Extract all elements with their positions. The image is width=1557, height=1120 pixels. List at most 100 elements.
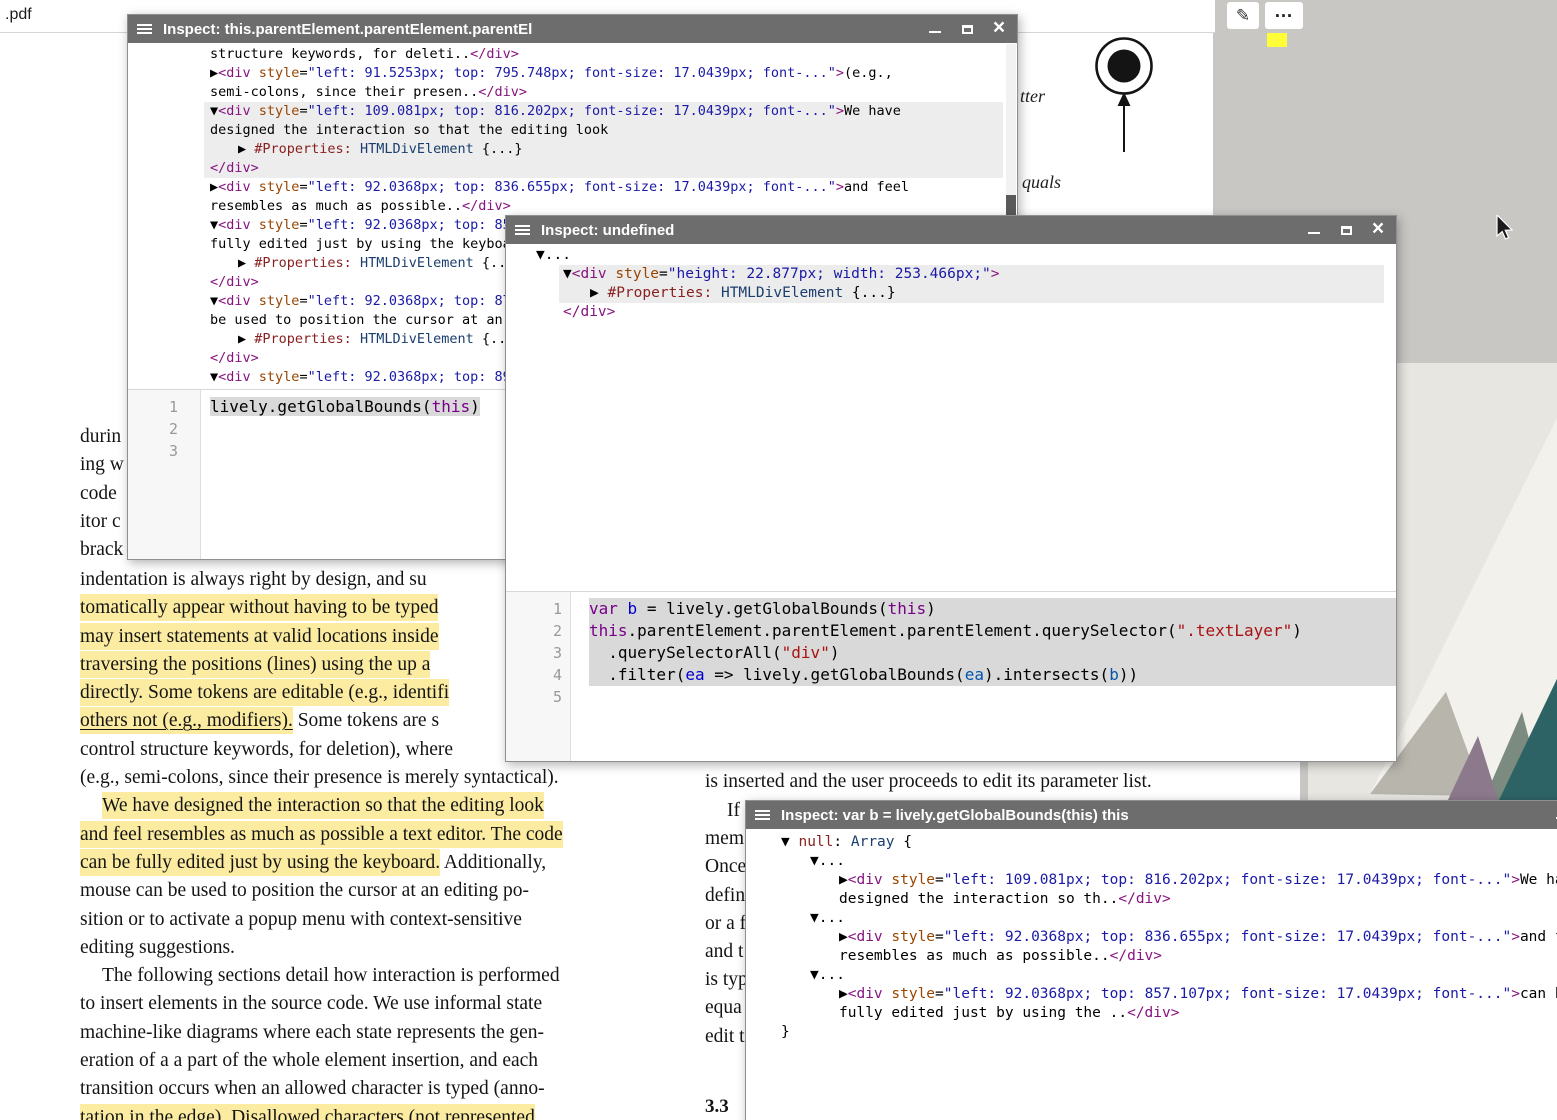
object-tree-node[interactable]: ▼... xyxy=(810,909,1557,928)
code-area[interactable]: var b = lively.getGlobalBounds(this)this… xyxy=(589,592,1396,761)
diagram-edge-label-letter: tter xyxy=(1020,86,1045,107)
minimize-button[interactable] xyxy=(1553,806,1557,824)
token: : xyxy=(833,834,850,850)
token: > xyxy=(836,103,844,119)
token: { xyxy=(895,834,912,850)
token: </div> xyxy=(462,198,511,214)
line-number: 3 xyxy=(128,440,200,462)
token: ▼ xyxy=(810,910,819,926)
token: ▶ xyxy=(210,65,218,81)
window-title: Inspect: this.parentElement.parentElemen… xyxy=(163,21,915,38)
token: .filter( xyxy=(589,665,685,684)
dom-tree-node[interactable]: </div> xyxy=(210,159,1017,178)
token: ▼ xyxy=(810,853,819,869)
annotate-button[interactable]: ✎ xyxy=(1227,2,1259,29)
code-line[interactable]: .querySelectorAll("div") xyxy=(589,642,1396,664)
code-line[interactable] xyxy=(589,686,1396,708)
token: #Properties: xyxy=(607,285,712,301)
token: </div> xyxy=(470,46,519,62)
token: ... xyxy=(819,967,845,983)
hamburger-menu-icon[interactable] xyxy=(755,810,770,812)
dom-tree-node[interactable]: semi-colons, since their presen..</div> xyxy=(210,83,1017,102)
object-tree-node[interactable]: ▼ null: Array { xyxy=(781,833,1557,852)
token: and feel xyxy=(1520,929,1557,945)
code-line[interactable]: .filter(ea => lively.getGlobalBounds(ea)… xyxy=(589,664,1396,686)
token: ).intersects( xyxy=(984,665,1109,684)
token: .querySelectorAll( xyxy=(589,643,782,662)
token: <div xyxy=(218,217,251,233)
hamburger-menu-icon[interactable] xyxy=(137,24,152,26)
code-line[interactable]: var b = lively.getGlobalBounds(this) xyxy=(589,598,1396,620)
dom-tree-node[interactable]: ▼... xyxy=(536,246,1396,265)
maximize-button[interactable] xyxy=(1337,221,1355,239)
token: b xyxy=(1109,665,1119,684)
token: "left: 92.0368px; top: 836.655px; font-s… xyxy=(308,179,836,195)
close-button[interactable]: × xyxy=(1369,220,1387,238)
window-titlebar[interactable]: Inspect: undefined × xyxy=(506,216,1396,244)
window-title: Inspect: undefined xyxy=(541,222,1294,239)
token: style xyxy=(883,986,935,1002)
token: HTMLDivElement xyxy=(352,141,474,157)
sticky-note-marker[interactable] xyxy=(1267,33,1287,47)
token: ▶ xyxy=(839,872,848,888)
token: this xyxy=(888,599,927,618)
token: style xyxy=(607,266,659,282)
token: = xyxy=(935,986,944,1002)
token: We have xyxy=(844,103,901,119)
dom-tree-node[interactable]: </div> xyxy=(563,303,1396,322)
pencil-icon: ✎ xyxy=(1236,6,1250,26)
object-tree-node[interactable]: designed the interaction so th..</div> xyxy=(839,890,1557,909)
dom-tree-node[interactable]: designed the interaction so that the edi… xyxy=(210,121,1017,140)
token: HTMLDivElement xyxy=(352,255,474,271)
dom-tree-node[interactable]: ▶<div style="left: 91.5253px; top: 795.7… xyxy=(210,64,1017,83)
token: structure keywords, for deleti.. xyxy=(210,46,470,62)
window-titlebar[interactable]: Inspect: this.parentElement.parentElemen… xyxy=(128,15,1017,43)
close-button[interactable]: × xyxy=(990,19,1008,37)
more-options-button[interactable]: … xyxy=(1265,2,1303,29)
dom-tree-node[interactable]: resembles as much as possible..</div> xyxy=(210,197,1017,216)
inspector-window-undefined: Inspect: undefined × ▼...▼<div style="he… xyxy=(505,215,1397,762)
dom-tree-node[interactable]: structure keywords, for deleti..</div> xyxy=(210,45,1017,64)
dom-tree-node[interactable]: ▼<div style="left: 109.081px; top: 816.2… xyxy=(210,102,1017,121)
token: ▶ xyxy=(238,255,254,271)
hamburger-menu-icon[interactable] xyxy=(515,225,530,227)
token: <div xyxy=(218,179,251,195)
token: = xyxy=(299,179,307,195)
object-tree-node[interactable]: } xyxy=(781,1023,1557,1042)
token: style xyxy=(251,65,300,81)
dom-tree-node[interactable]: ▶ #Properties: HTMLDivElement {...} xyxy=(590,284,1396,303)
token: ▶ xyxy=(238,331,254,347)
dom-tree-node[interactable]: ▼<div style="height: 22.877px; width: 25… xyxy=(563,265,1396,284)
token: style xyxy=(251,179,300,195)
object-tree-node[interactable]: resembles as much as possible..</div> xyxy=(839,947,1557,966)
token: fully edited just by using the .. xyxy=(839,1005,1127,1021)
token: ▶ xyxy=(839,986,848,1002)
line-number: 2 xyxy=(128,418,200,440)
minimize-button[interactable] xyxy=(1305,221,1323,239)
token: semi-colons, since their presen.. xyxy=(210,84,478,100)
maximize-button[interactable] xyxy=(958,20,976,38)
object-tree-node[interactable]: ▶<div style="left: 92.0368px; top: 836.6… xyxy=(839,928,1557,947)
object-tree-node[interactable]: ▶<div style="left: 109.081px; top: 816.2… xyxy=(839,871,1557,890)
token: this xyxy=(432,397,471,416)
object-tree-node[interactable]: ▶<div style="left: 92.0368px; top: 857.1… xyxy=(839,985,1557,1004)
window-titlebar[interactable]: Inspect: var b = lively.getGlobalBounds(… xyxy=(746,801,1557,829)
diagram-edge-label-equals: quals xyxy=(1022,172,1061,193)
object-tree-node[interactable]: ▼... xyxy=(810,966,1557,985)
token: ▼ xyxy=(536,247,545,263)
pdf-text-line: (e.g., semi-colons, since their presence… xyxy=(80,764,680,792)
dom-tree-node[interactable]: ▶ #Properties: HTMLDivElement {...} xyxy=(238,140,1017,159)
minimize-icon xyxy=(929,31,941,33)
dom-tree-pane: ▼...▼<div style="height: 22.877px; width… xyxy=(506,244,1396,591)
token: style xyxy=(883,872,935,888)
object-tree-node[interactable]: fully edited just by using the ..</div> xyxy=(839,1004,1557,1023)
token: "left: 109.081px; top: 816.202px; font-s… xyxy=(944,872,1511,888)
dom-tree-node[interactable]: ▶<div style="left: 92.0368px; top: 836.6… xyxy=(210,178,1017,197)
object-tree-node[interactable]: ▼... xyxy=(810,852,1557,871)
token: (e.g., xyxy=(844,65,893,81)
minimize-button[interactable] xyxy=(926,20,944,38)
code-line[interactable]: this.parentElement.parentElement.parentE… xyxy=(589,620,1396,642)
token: </div> xyxy=(1118,891,1170,907)
token: "left: 92.0368px; top: 857.107px; font-s… xyxy=(944,986,1511,1002)
token: ▼ xyxy=(210,369,218,385)
